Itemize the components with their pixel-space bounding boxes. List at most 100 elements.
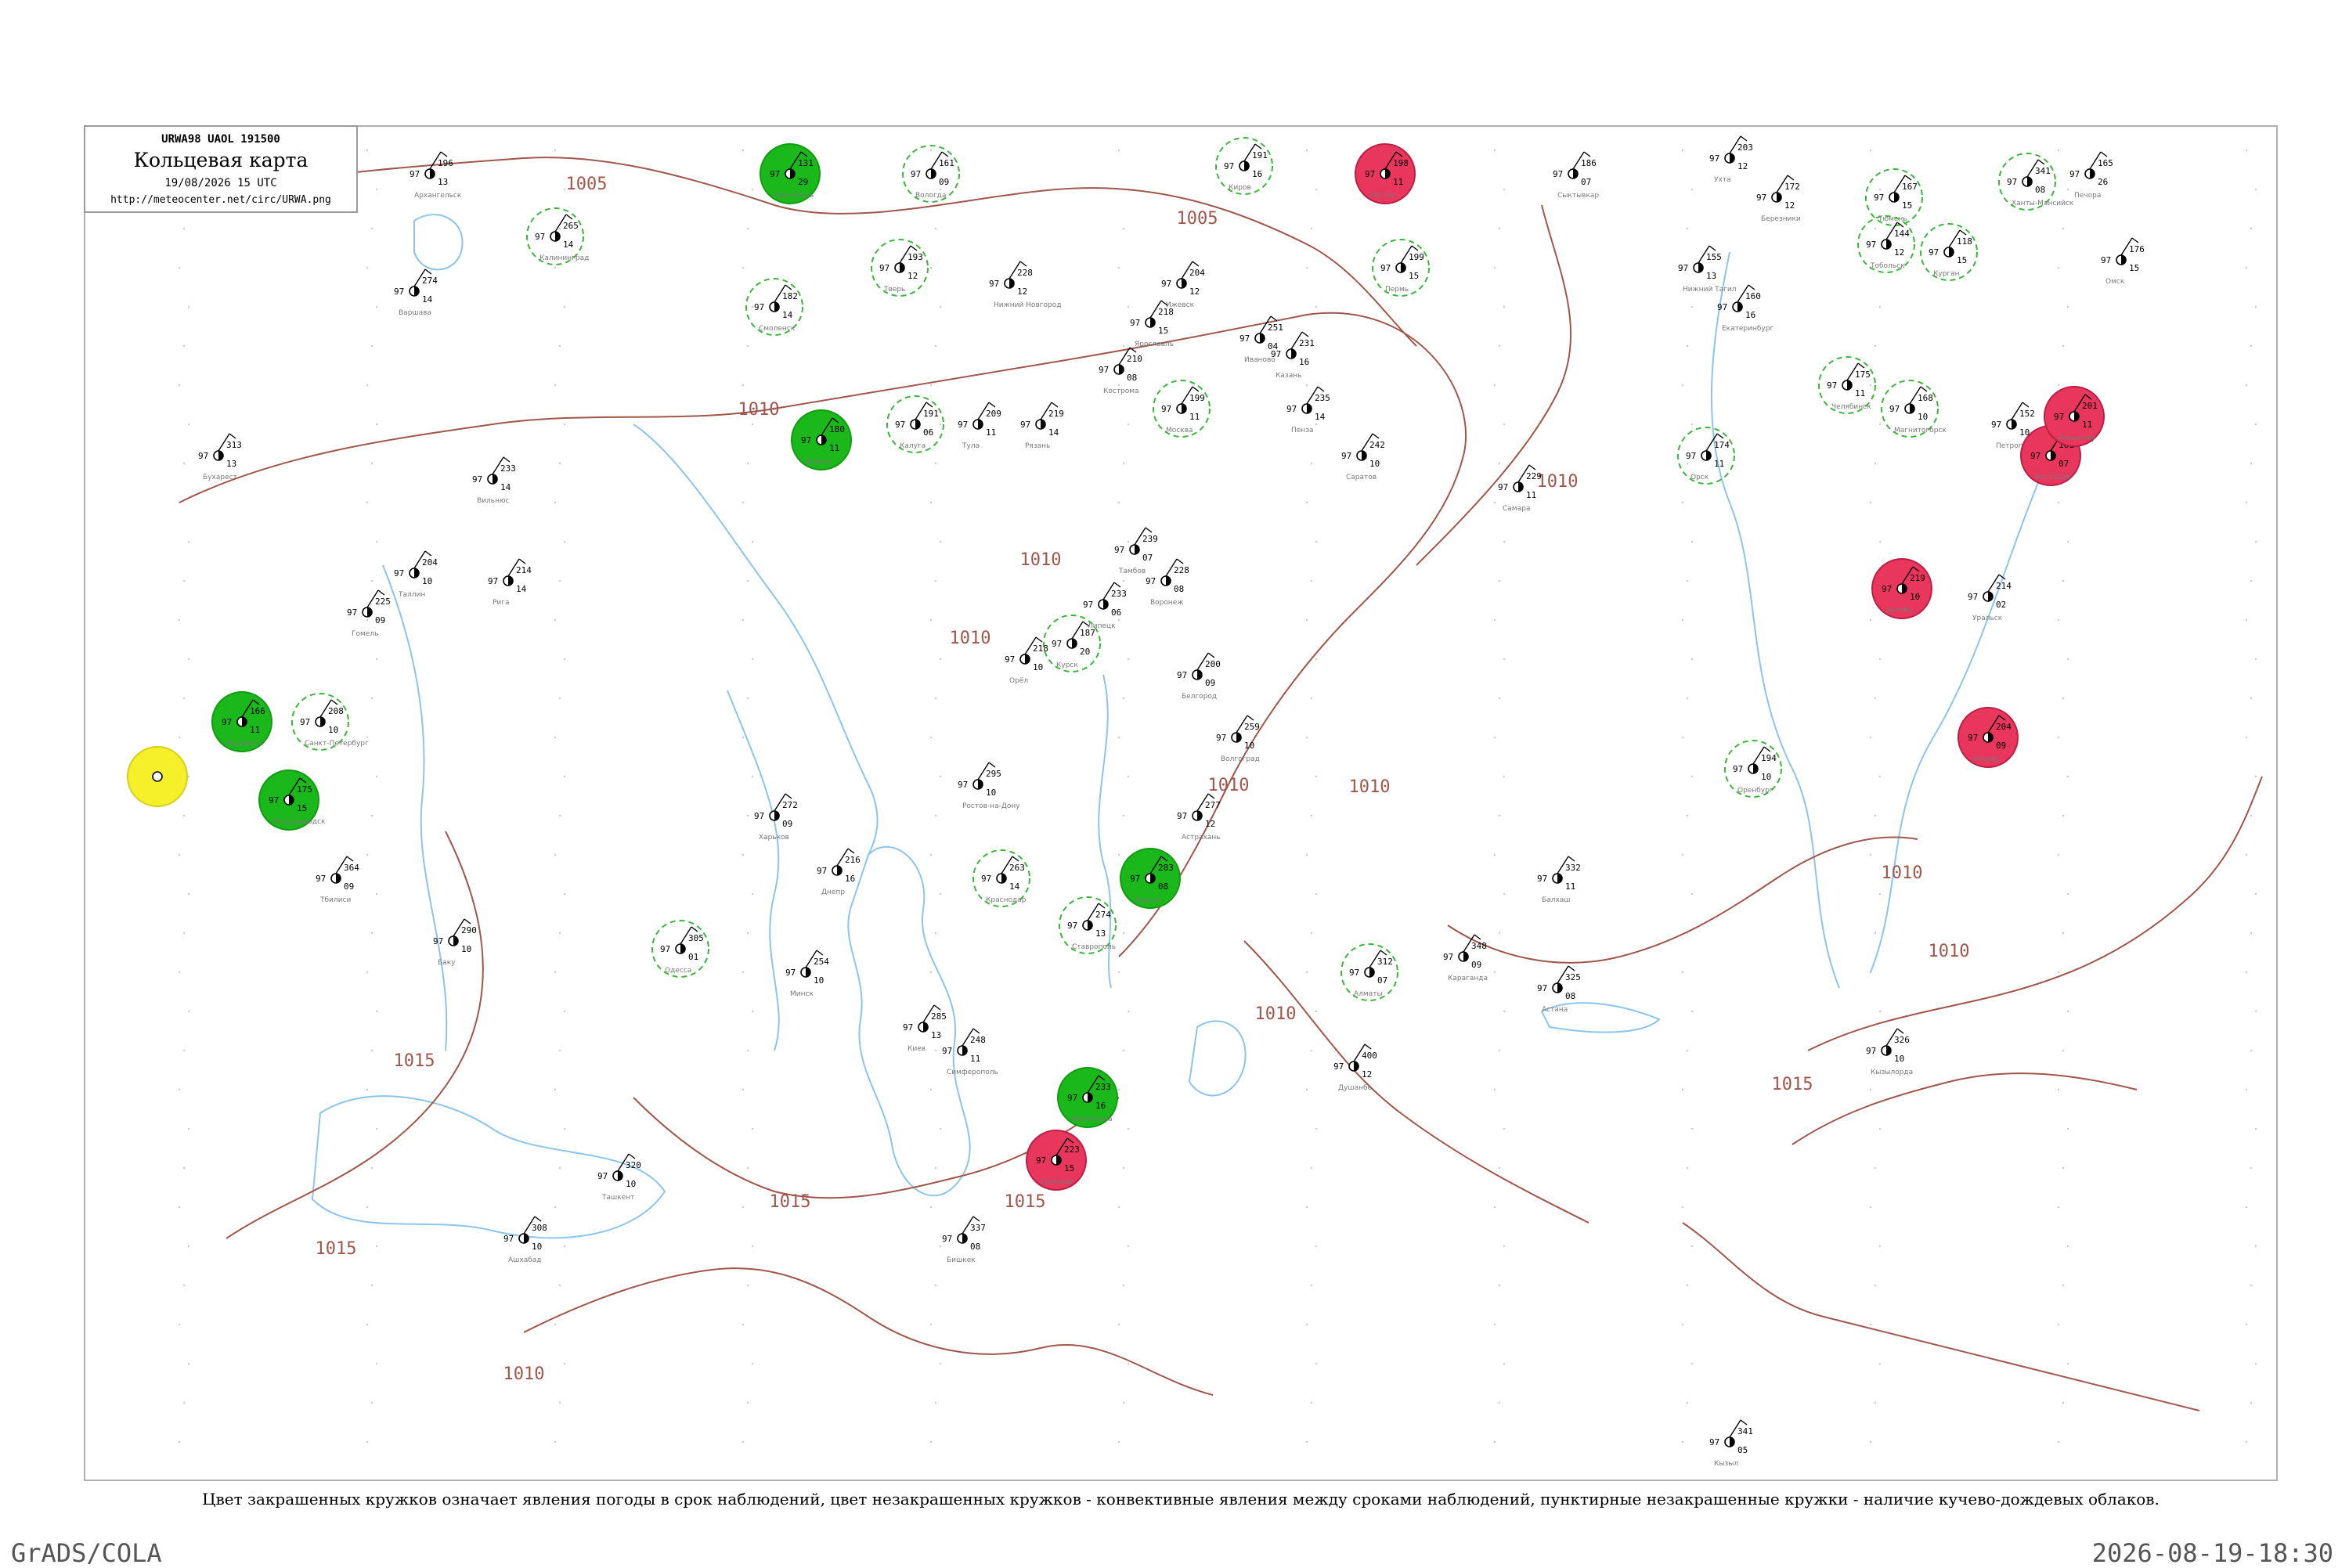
station[interactable]: 168 97 10 Магнитогорск (1881, 380, 1947, 438)
station[interactable]: 233 97 14 Вильнюс (472, 456, 516, 505)
station[interactable]: 283 97 08 Элиста (1120, 848, 1181, 909)
station[interactable]: 312 97 07 Алматы (1340, 943, 1398, 1001)
station[interactable]: 228 97 08 Воронеж (1146, 558, 1189, 607)
station[interactable]: 235 97 14Пенза (1286, 386, 1330, 434)
station[interactable]: 161 97 09 Вологда (902, 145, 960, 203)
station[interactable]: 348 97 09 Караганда (1443, 934, 1488, 982)
station[interactable]: 186 97 07 Сыктывкар (1553, 151, 1599, 200)
station[interactable]: 166 97 11 Мурманск (211, 691, 272, 752)
isobar-label: 1015 (1772, 1075, 1813, 1094)
station[interactable]: 175 97 15 Петрозаводск (258, 770, 326, 831)
station[interactable]: 200 97 09 Белгород (1177, 652, 1221, 701)
station[interactable]: 305 97 01 Одесса (651, 920, 709, 978)
station[interactable]: 194 97 10 Оренбург (1724, 740, 1782, 798)
station[interactable]: 295 97 10 Ростов-на-Дону (958, 762, 1020, 810)
station[interactable]: 2339706Липецк (1083, 582, 1127, 630)
pressure-value: 313 (226, 440, 242, 450)
station[interactable]: 2319716Казань (1271, 331, 1315, 380)
station[interactable]: 364 97 09 Тбилиси (316, 856, 359, 904)
wind-feather-icon (464, 918, 471, 925)
station[interactable]: 208 97 10 Санкт-Петербург (291, 693, 369, 751)
station[interactable]: 272 97 09 Харьков (754, 793, 798, 842)
station-name: Кызыл (1714, 1460, 1738, 1468)
station[interactable]: 187 97 20Курск (1043, 615, 1101, 672)
station[interactable]: 233 97 16 Махачкала (1057, 1067, 1118, 1128)
station[interactable]: 180 97 11 Брянск (791, 409, 852, 470)
dewpoint-value: 16 (845, 874, 855, 884)
station[interactable]: 263 97 14 Краснодар (972, 849, 1030, 907)
station[interactable]: 265 97 14 Калининград (526, 207, 589, 265)
station[interactable]: 285 97 13 Киев (903, 1004, 947, 1053)
station[interactable]: 198 97 11 Котлас (1355, 143, 1416, 204)
station[interactable]: 193 97 12Тверь (871, 239, 929, 297)
station[interactable]: 172 97 12 Березники (1756, 175, 1801, 223)
station[interactable]: 214 97 14 Рига (488, 558, 532, 607)
station[interactable]: 216 97 16Днепр (817, 848, 861, 896)
station[interactable]: 320 97 10 Ташкент (597, 1153, 641, 1202)
station[interactable]: 274 97 14 Варшава (394, 269, 438, 317)
map-frame[interactable]: 1005 1005 1010 1010 1010 1010 1010 1010 1010 1010… (84, 125, 2278, 1481)
pressure-value: 263 (1009, 863, 1025, 873)
station[interactable]: 182 97 14 Смоленск (745, 278, 803, 336)
wind-feather-icon (2037, 159, 2045, 165)
station[interactable]: 203 97 12 Ухта (1709, 135, 1753, 184)
station[interactable]: 1679715Тюмень (1865, 168, 1923, 226)
station[interactable]: 199 97 11 Москва (1153, 380, 1211, 438)
station[interactable]: 209 97 11 Тула (958, 402, 1001, 450)
station-name: Кокшетау (2059, 434, 2096, 442)
station[interactable]: 155 97 13 Нижний Тагил (1678, 245, 1737, 294)
station[interactable]: 325 97 08 Астана (1537, 965, 1581, 1014)
pressure-value: 285 (931, 1011, 947, 1022)
station[interactable]: 228 97 12 Нижний Новгород (989, 261, 1061, 309)
dewpoint-value: 10 (328, 725, 338, 735)
station[interactable]: 400 97 12 Душанбе (1333, 1044, 1377, 1092)
station[interactable]: 174 97 11 Орск (1677, 427, 1735, 485)
fog-marker[interactable] (127, 746, 188, 807)
station[interactable]: 239 97 07 Тамбов (1114, 527, 1158, 575)
station[interactable]: 191 97 06 Калуга (886, 395, 944, 453)
station[interactable]: 219 97 10 Актобе (1871, 558, 1932, 619)
station[interactable]: 204 97 09 Атырау (1958, 707, 2019, 768)
station[interactable]: 191 97 16Киров (1215, 137, 1273, 195)
station[interactable]: 175 97 11 Челябинск (1818, 356, 1876, 414)
station[interactable]: 131 97 29 Каргополь (760, 143, 821, 204)
station[interactable]: 242 97 10 Саратов (1341, 433, 1385, 481)
station[interactable]: 332 97 11 Балхаш (1537, 856, 1581, 904)
station[interactable]: 199 97 15Пермь (1372, 239, 1430, 297)
station[interactable]: 218 97 15 Ярославль (1130, 300, 1174, 348)
station[interactable]: 290 97 10 Баку (433, 918, 477, 967)
aral-sea (1188, 1020, 1247, 1097)
station[interactable]: 218 97 10 Орёл (1005, 636, 1048, 685)
station[interactable]: 341 97 05 Кызыл (1709, 1419, 1753, 1468)
station-name: Саратов (1346, 474, 1377, 481)
station-name: Астана (1542, 1006, 1568, 1014)
station[interactable]: 165 97 26 Печора (2069, 151, 2113, 200)
pressure-value: 265 (563, 221, 579, 231)
dewpoint-value: 10 (814, 975, 824, 986)
station[interactable]: 214 97 02 Уральск (1968, 574, 2012, 622)
station[interactable]: 326 97 10 Кызылорда (1866, 1028, 1913, 1076)
station[interactable]: 277 97 12 Астрахань (1177, 793, 1221, 842)
station[interactable]: 308 97 10 Ашхабад (503, 1216, 547, 1264)
station[interactable]: 337 97 08 Бишкек (942, 1216, 986, 1264)
station[interactable]: 313 97 13 Бухарест (198, 433, 242, 481)
station[interactable]: 225 97 09 Гомель (347, 589, 391, 638)
station[interactable]: 118 97 15 Курган (1920, 223, 1978, 281)
station[interactable]: 196 97 13 Архангельск (410, 151, 462, 200)
station[interactable]: 201 97 11 Кокшетау (2044, 386, 2105, 447)
station[interactable]: 223 97 15 Грозный (1026, 1130, 1087, 1191)
tendency-value: 97 (911, 169, 921, 179)
dewpoint-value: 12 (1205, 819, 1215, 829)
station[interactable]: 248 97 11 Симферополь (942, 1028, 998, 1076)
station-map[interactable]: 1005100510101010101010101010101010101010… (85, 127, 2278, 1481)
wind-feather-icon (785, 793, 792, 799)
station[interactable]: 341 97 08 Ханты-Мансийск (1998, 153, 2074, 211)
station[interactable]: 2049712Ижевск (1161, 261, 1205, 309)
station[interactable]: 210 97 08 Кострома (1099, 347, 1142, 395)
station[interactable]: 254 97 10Минск (785, 950, 829, 998)
pressure-value: 219 (1048, 409, 1064, 419)
station[interactable]: 219 97 14 Рязань (1020, 402, 1064, 450)
station[interactable]: 204 97 10 Таллин (394, 550, 438, 599)
station[interactable]: 176 97 15 Омск (2101, 237, 2145, 286)
station[interactable]: 274 97 13 Ставрополь (1059, 896, 1117, 954)
